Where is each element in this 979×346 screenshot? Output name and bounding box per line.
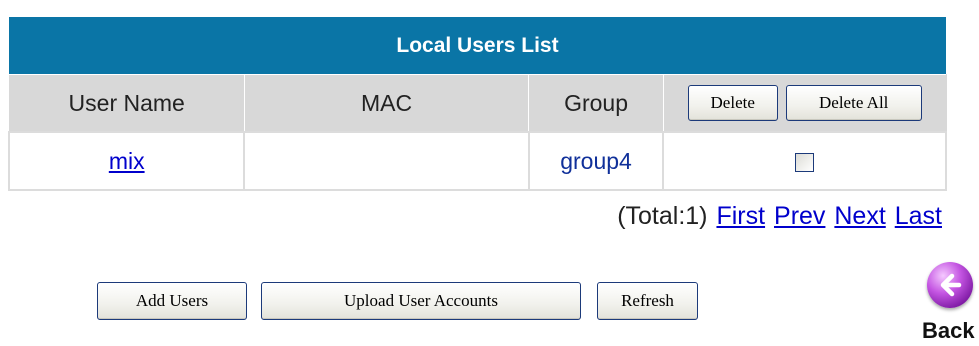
- table-row: mix group4: [7, 131, 947, 191]
- pagination: (Total:1) First Prev Next Last: [617, 202, 942, 231]
- back-button[interactable]: Back: [921, 262, 979, 346]
- table-title-row: Local Users List: [9, 17, 946, 75]
- refresh-button[interactable]: Refresh: [597, 282, 698, 320]
- table-title: Local Users List: [9, 17, 946, 75]
- back-arrow-icon: [927, 262, 973, 308]
- column-header-user-name: User Name: [8, 74, 245, 133]
- last-page-link[interactable]: Last: [895, 202, 942, 230]
- user-name-link[interactable]: mix: [109, 148, 145, 174]
- cell-select: [662, 131, 947, 191]
- local-users-table: Local Users List User Name MAC Group Del…: [7, 17, 947, 191]
- next-page-link[interactable]: Next: [834, 202, 885, 230]
- delete-all-button[interactable]: Delete All: [785, 85, 922, 121]
- column-header-actions: Delete Delete All: [662, 74, 947, 133]
- total-count: (Total:1): [617, 202, 708, 230]
- first-page-link[interactable]: First: [716, 202, 765, 230]
- table-header-row: User Name MAC Group Delete Delete All: [8, 74, 947, 133]
- group-value: group4: [560, 147, 632, 174]
- column-header-mac: MAC: [243, 74, 530, 133]
- delete-button[interactable]: Delete: [687, 85, 778, 121]
- upload-user-accounts-button[interactable]: Upload User Accounts: [261, 282, 581, 320]
- add-users-button[interactable]: Add Users: [97, 282, 247, 320]
- cell-user-name: mix: [7, 131, 246, 191]
- prev-page-link[interactable]: Prev: [774, 202, 825, 230]
- row-select-checkbox[interactable]: [795, 152, 815, 172]
- column-header-group: Group: [528, 74, 664, 133]
- cell-mac: [243, 131, 530, 191]
- back-label: Back: [922, 318, 975, 343]
- cell-group: group4: [527, 131, 665, 191]
